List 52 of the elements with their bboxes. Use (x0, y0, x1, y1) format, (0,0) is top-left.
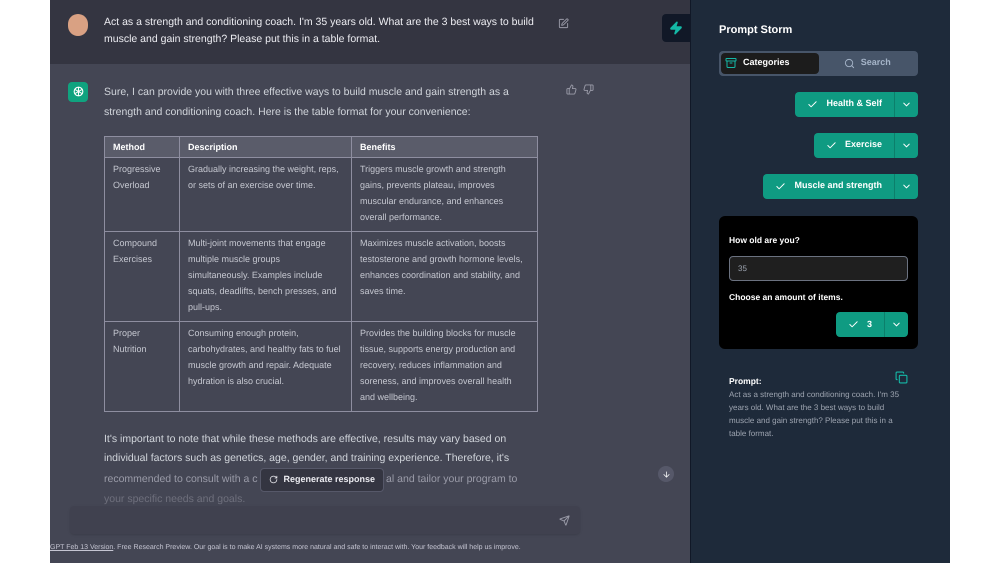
scroll-down-button[interactable] (658, 466, 674, 482)
lightning-button[interactable] (662, 14, 690, 42)
category-select[interactable]: Exercise (814, 132, 918, 158)
age-question: How old are you? (729, 234, 801, 246)
category-select[interactable]: Health & Self (795, 92, 918, 116)
prompt-label: Prompt: (729, 375, 762, 388)
column-header: Benefits (352, 136, 538, 158)
regenerate-button[interactable]: Regenerate response (260, 468, 384, 492)
selector-label: 3 (866, 318, 872, 331)
thumbs-up-icon[interactable] (566, 84, 577, 95)
items-question: Choose an amount of items. (729, 291, 844, 304)
table-cell: Progressive Overload (104, 157, 180, 232)
age-field[interactable]: 35 (729, 256, 908, 282)
column-header: Method (104, 136, 180, 158)
table-cell: Gradually increasing the weight, reps, or sets of an exercise over time. (180, 157, 352, 232)
table-cell: Proper Nutrition (104, 321, 180, 412)
check-icon (807, 98, 818, 110)
tab[interactable]: Categories (721, 52, 818, 74)
tab[interactable]: Search (818, 52, 916, 74)
closing-line: recommended to consult with a c (104, 472, 258, 488)
items-select[interactable]: 3 (836, 312, 908, 337)
arrow-down-icon (662, 470, 670, 478)
check-icon (775, 180, 786, 192)
selector-label: Muscle and strength (794, 179, 882, 192)
closing-line: individual factors such as genetics, age, gender, and training experience. Therefore, it's (104, 450, 510, 466)
closing-line: al and tailor your program to (386, 472, 518, 488)
selector-label: Health & Self (826, 97, 882, 110)
table-cell: Multi-joint movements that engage multiple muscle groups simultaneously. Examples include squats, deadlifts, bench presses, and pull-ups. (180, 231, 352, 322)
lightning-icon (669, 21, 683, 35)
search-icon (844, 58, 855, 68)
prompt-text: Act as a strength and conditioning coach. I'm 35 years old. What are the 3 best ways to build muscle and gain strength? Please put this in a table format. (728, 388, 900, 440)
table-cell: Triggers muscle growth and strength gains, prevents plateau, improves muscular endurance, and enhances overall performance. (352, 157, 538, 232)
send-icon[interactable] (559, 514, 570, 526)
check-icon (848, 319, 859, 330)
tray-icon (725, 57, 737, 69)
table-cell: Maximizes muscle activation, boosts testosterone and growth hormone levels, enhances coordination and stability, and saves time. (352, 231, 538, 322)
user-message: Act as a strength and conditioning coach. I'm 35 years old. What are the 3 best ways to build muscle and gain strength? Please put this in a table format. (104, 15, 534, 47)
edit-icon[interactable] (558, 18, 569, 29)
closing-line: It's important to note that while these methods are effective, results may vary based on (104, 432, 506, 447)
sidebar-title: Prompt Storm (719, 23, 794, 38)
refresh-icon (268, 475, 278, 484)
thumbs-down-icon[interactable] (583, 84, 594, 95)
table-cell: Consuming enough protein, carbohydrates, and healthy fats to fuel muscle growth and repair. Adequate hydration is also crucial. (180, 321, 352, 412)
column-header: Description (180, 136, 352, 158)
table-cell: Compound Exercises (104, 231, 180, 322)
copy-icon[interactable] (895, 371, 908, 384)
assistant-message: Sure, I can provide you with three effective ways to build muscle and gain strength as a strength and conditioning coach. Here is the table format for your convenience: (104, 84, 510, 120)
check-icon (826, 140, 837, 150)
table-cell: Provides the building blocks for muscle tissue, supports energy production and recovery, reduces inflammation and soreness, and improves overall health and wellbeing. (352, 321, 538, 412)
selector-label: Exercise (844, 138, 882, 152)
category-select[interactable]: Muscle and strength (763, 174, 918, 198)
user-avatar (68, 14, 88, 36)
